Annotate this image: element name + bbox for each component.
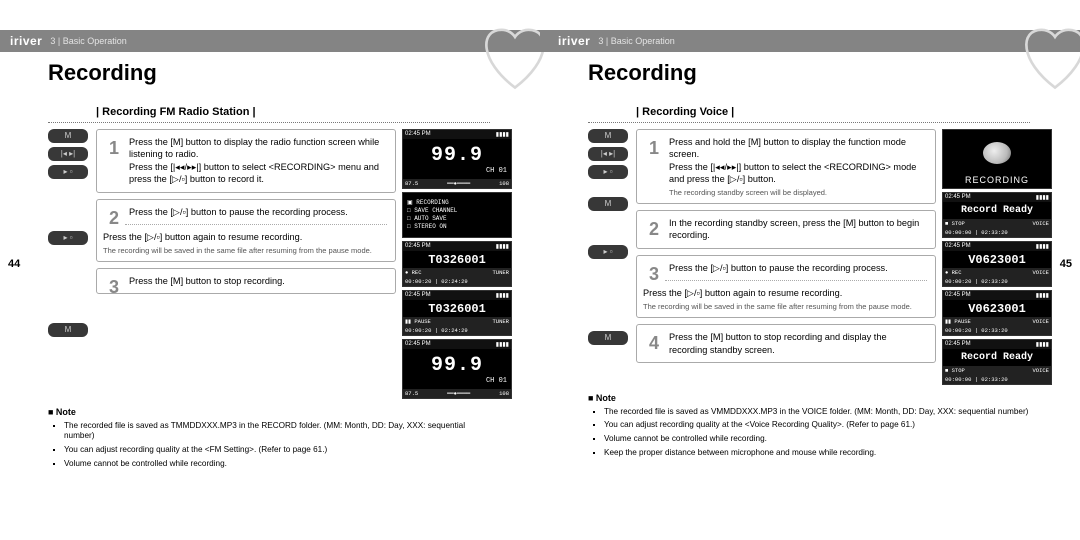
lcd-menu: ▣ RECORDING □ SAVE CHANNEL □ AUTO SAVE □… [402,192,512,238]
header-bar: iriver 3 | Basic Operation [540,30,1080,52]
lcd-paused: 02:45 PM▮▮▮▮ V0623001 ▮▮ PAUSEVOICE 00:0… [942,290,1052,336]
step-text: Press the [M] button to display the radi… [129,136,387,161]
lcd-record-ready: 02:45 PM▮▮▮▮ Record Ready ■ STOPVOICE 00… [942,339,1052,385]
m-button-icon: M [588,129,628,143]
steps-column: 1 Press and hold the [M] button to displ… [636,129,936,385]
lcd-menu-item: □ AUTO SAVE [407,215,447,223]
steps-column: 1 Press the [M] button to display the ra… [96,129,396,399]
skip-button-icon: |◂ ▸| [48,147,88,161]
step-subtext: The recording will be saved in the same … [643,302,927,311]
page-left: iriver 3 | Basic Operation Recording | R… [0,0,540,540]
lcd-mode-label: RECORDING [943,175,1051,188]
screenshots-column: 02:45 PM▮▮▮▮ 99.9CH 01 87.5━━●━━━━108 ▣ … [402,129,512,399]
step-text: Press the [|◂◂/▸▸|] button to select <RE… [129,161,387,186]
step-number: 4 [643,331,665,355]
note-item: Keep the proper distance between microph… [604,448,1030,459]
brand-logo: iriver [558,34,590,48]
lcd-menu-item: □ SAVE CHANNEL [407,207,457,215]
step-subtext: The recording will be saved in the same … [103,246,387,255]
note-box: ■ Note The recorded file is saved as VMM… [588,393,1030,458]
step-2: 2 In the recording standby screen, press… [636,210,936,249]
step-text: Press the [▷/▫] button to pause the reco… [669,262,927,274]
page-right: iriver 3 | Basic Operation Recording | R… [540,0,1080,540]
lcd-menu-item: ▣ RECORDING [407,199,449,207]
m-button-icon: M [588,197,628,211]
lcd-record-ready: 02:45 PM▮▮▮▮ Record Ready ■ STOPVOICE 00… [942,192,1052,238]
step-1: 1 Press and hold the [M] button to displ… [636,129,936,204]
note-item: The recorded file is saved as TMMDDXXX.M… [64,421,490,442]
lcd-channel: CH 01 [486,167,511,175]
step-text: Press the [▷/▫] button to pause the reco… [129,206,387,218]
page-number: 44 [8,258,20,270]
lcd-filename: V0623001 [968,253,1026,267]
step-3: 3 Press the [M] button to stop recording… [96,268,396,294]
note-item: Volume cannot be controlled while record… [64,459,490,470]
skip-button-icon: |◂ ▸| [588,147,628,161]
note-item: You can adjust recording quality at the … [64,445,490,456]
step-number: 2 [103,206,125,230]
lcd-clock: 02:45 PM [405,131,431,138]
brand-logo: iriver [10,34,42,48]
step-subtext: The recording standby screen will be dis… [669,188,927,197]
step-4: 4 Press the [M] button to stop recording… [636,324,936,363]
page-spread: iriver 3 | Basic Operation Recording | R… [0,0,1080,540]
step-text: Press the [M] button to stop recording a… [669,331,927,356]
step-text: Press the [M] button to stop recording. [129,275,387,287]
note-heading: ■ Note [48,407,490,419]
content-row: M |◂ ▸| ▸ ▫ ▸ ▫ M 1 Press the [M] button… [0,129,540,399]
page-title: Recording [540,52,1080,96]
play-button-icon: ▸ ▫ [588,245,628,259]
step-text: Press the [|◂◂/▸▸|] button to select the… [669,161,927,186]
play-button-icon: ▸ ▫ [48,231,88,245]
header-bar: iriver 3 | Basic Operation [0,30,540,52]
lcd-mode-recording: RECORDING [942,129,1052,189]
note-item: You can adjust recording quality at the … [604,420,1030,431]
lcd-status: Record Ready [961,205,1033,216]
page-number: 45 [1060,258,1072,270]
lcd-filename: T0326001 [428,253,486,267]
breadcrumb: 3 | Basic Operation [50,36,126,46]
screenshots-column: RECORDING 02:45 PM▮▮▮▮ Record Ready ■ ST… [942,129,1052,385]
lcd-menu-item: □ STEREO ON [407,223,447,231]
step-2: 2 Press the [▷/▫] button to pause the re… [96,199,396,262]
lcd-paused: 02:45 PM▮▮▮▮ T0326001 ▮▮ PAUSETUNER 00:0… [402,290,512,336]
m-button-icon: M [48,129,88,143]
step-text: In the recording standby screen, press t… [669,217,927,242]
lcd-recording: 02:45 PM▮▮▮▮ V0623001 ● RECVOICE 00:00:2… [942,241,1052,287]
step-number: 2 [643,217,665,241]
play-button-icon: ▸ ▫ [588,165,628,179]
m-button-icon: M [588,331,628,345]
content-row: M |◂ ▸| ▸ ▫ M ▸ ▫ M 1 Press and hold the… [540,129,1080,385]
step-number: 3 [643,262,665,286]
lcd-recording: 02:45 PM▮▮▮▮ T0326001 ● RECTUNER 00:00:2… [402,241,512,287]
lcd-radio: 02:45 PM▮▮▮▮ 99.9CH 01 87.5━━●━━━━108 [402,339,512,399]
lcd-battery-icon: ▮▮▮▮ [496,131,509,138]
step-number: 1 [643,136,665,160]
step-text: Press the [▷/▫] button again to resume r… [103,231,387,243]
button-icon-column: M |◂ ▸| ▸ ▫ M ▸ ▫ M [588,129,632,385]
step-text: Press and hold the [M] button to display… [669,136,927,161]
step-text: Press the [▷/▫] button again to resume r… [643,287,927,299]
step-1: 1 Press the [M] button to display the ra… [96,129,396,193]
section-title: | Recording FM Radio Station | [48,106,490,123]
play-button-icon: ▸ ▫ [48,165,88,179]
step-number: 3 [103,275,125,299]
note-item: The recorded file is saved as VMMDDXXX.M… [604,407,1030,418]
m-button-icon: M [48,323,88,337]
lcd-frequency: 99.9 [431,144,483,167]
step-number: 1 [103,136,125,160]
section-title: | Recording Voice | [588,106,1030,123]
breadcrumb: 3 | Basic Operation [598,36,674,46]
button-icon-column: M |◂ ▸| ▸ ▫ ▸ ▫ M [48,129,92,399]
note-item: Volume cannot be controlled while record… [604,434,1030,445]
page-title: Recording [0,52,540,96]
note-box: ■ Note The recorded file is saved as TMM… [48,407,490,469]
mouse-icon [983,142,1011,164]
lcd-radio: 02:45 PM▮▮▮▮ 99.9CH 01 87.5━━●━━━━108 [402,129,512,189]
note-heading: ■ Note [588,393,1030,405]
step-3: 3 Press the [▷/▫] button to pause the re… [636,255,936,318]
